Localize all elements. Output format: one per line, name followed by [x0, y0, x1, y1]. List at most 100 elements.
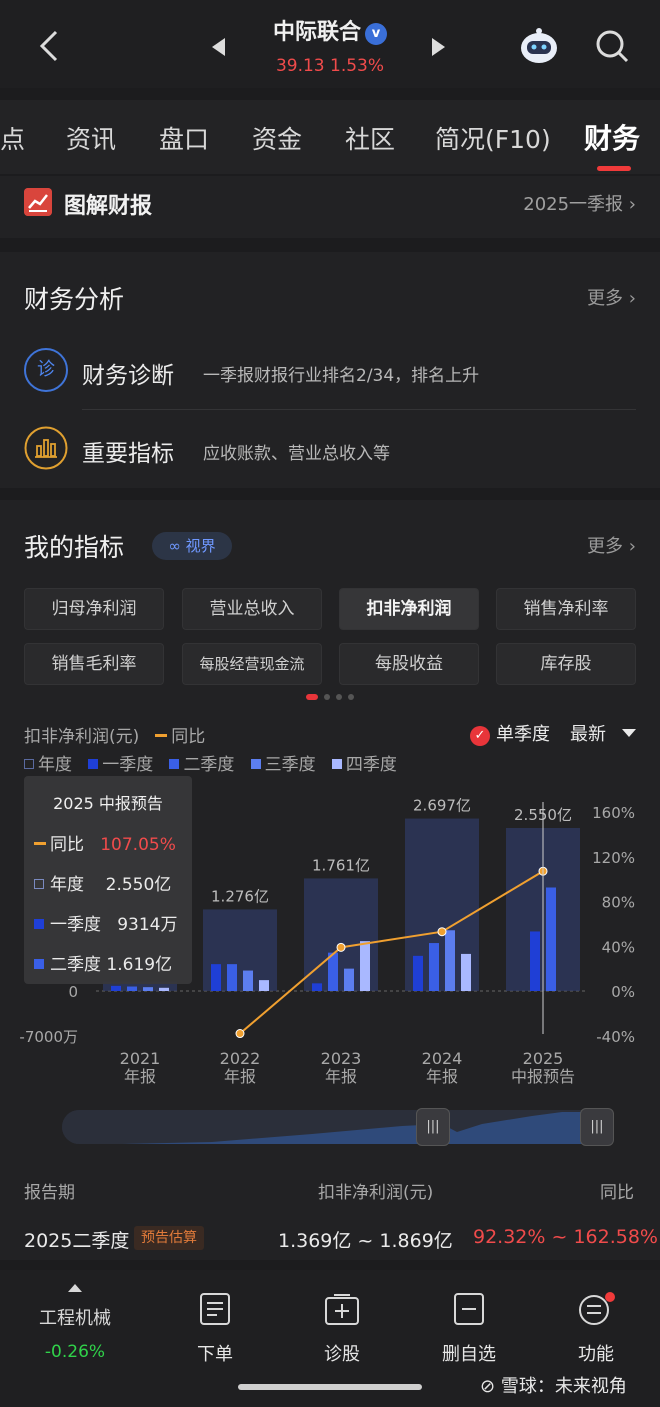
analysis-more-link[interactable]: 更多 › [587, 284, 636, 310]
latest-dropdown[interactable]: 最新 [570, 720, 606, 746]
robot-assistant-icon[interactable] [518, 26, 560, 66]
nav-diagnose[interactable]: 诊股 [297, 1292, 387, 1366]
my-indicators-card: 我的指标 ∞ 视界 更多 › 归母净利润 营业总收入 扣非净利润 销售净利率 销… [0, 500, 660, 1260]
stock-price: 39.13 1.53% [275, 56, 385, 76]
slider-right-handle[interactable]: ||| [580, 1108, 614, 1146]
quarter-bar [159, 987, 169, 991]
quarter-bar [211, 964, 221, 991]
tab-news[interactable]: 资讯 [66, 120, 116, 156]
left-axis-tick: -7000万 [19, 1028, 78, 1046]
chevron-right-icon: › [628, 536, 636, 557]
nav-order-label: 下单 [197, 1344, 233, 1365]
tooltip-value: 9314万 [117, 915, 178, 935]
dropdown-caret-icon[interactable] [622, 729, 636, 737]
tooltip-row-q2: 二季度 1.619亿 [34, 950, 172, 975]
chip-total-revenue[interactable]: 营业总收入 [182, 588, 322, 630]
x-axis-label: 年报 [325, 1067, 357, 1086]
verified-badge-icon: v [365, 23, 387, 45]
chip-treasury-stock[interactable]: 库存股 [496, 643, 636, 685]
indicators-more-link[interactable]: 更多 › [587, 532, 636, 558]
nav-functions-label: 功能 [578, 1344, 614, 1365]
page-dot [324, 694, 330, 700]
left-axis-tick: 0 [68, 983, 78, 1001]
tooltip-value: 107.05% [100, 835, 176, 855]
report-period-link[interactable]: 2025一季报 › [523, 190, 636, 216]
chip-deducted-net-profit[interactable]: 扣非净利润 [339, 588, 479, 630]
report-card-title: 图解财报 [64, 194, 153, 219]
quarter-bar [360, 941, 370, 991]
quarter-bar [227, 964, 237, 991]
q1-swatch [34, 919, 44, 929]
check-icon: ✓ [470, 726, 490, 746]
tab-profile-f10[interactable]: 简况(F10) [435, 120, 551, 156]
tab-quotes[interactable]: 盘口 [159, 120, 209, 156]
chip-gross-margin[interactable]: 销售毛利率 [24, 643, 164, 685]
tooltip-value: 1.619亿 [106, 955, 173, 975]
yoy-line-swatch [155, 734, 168, 737]
infinity-icon: ∞ [168, 537, 181, 555]
chip-parent-net-profit[interactable]: 归母净利润 [24, 588, 164, 630]
quarter-bar [429, 943, 439, 991]
chart-range-slider[interactable] [62, 1110, 614, 1144]
top-bar: 中际联合 v 39.13 1.53% [0, 0, 660, 88]
yoy-legend-label: 同比 [171, 727, 206, 747]
diagnosis-icon: 诊 [24, 348, 68, 392]
x-axis-label: 年报 [426, 1067, 458, 1086]
row-value: 1.369亿 ~ 1.869亿 [278, 1230, 453, 1252]
bar-chart-icon [24, 426, 68, 470]
active-tab-indicator [597, 166, 631, 171]
search-icon[interactable] [594, 28, 630, 64]
chip-eps[interactable]: 每股收益 [339, 643, 479, 685]
page-indicator [306, 694, 366, 700]
q2-swatch [34, 959, 44, 969]
next-stock-arrow-icon[interactable] [432, 38, 445, 56]
diagnosis-title: 财务诊断 [82, 363, 174, 389]
chart-metric-label: 扣非净利润(元) [24, 727, 140, 747]
table-header-period: 报告期 [24, 1183, 75, 1203]
snowball-logo-icon: ⊘ [480, 1376, 496, 1397]
quarter-bar [259, 980, 269, 991]
caret-up-icon [68, 1284, 82, 1292]
quarter-bar [413, 955, 423, 991]
nav-remove-watchlist[interactable]: 删自选 [424, 1292, 514, 1366]
chart-metric-legend: 扣非净利润(元) 同比 [24, 722, 205, 747]
single-quarter-label: 单季度 [496, 724, 550, 745]
watermark: ⊘ 雪球：未来视角 [480, 1372, 627, 1398]
slider-left-handle[interactable]: ||| [416, 1108, 450, 1146]
divider [82, 409, 636, 410]
tooltip-row-annual: 年度 2.550亿 [34, 870, 171, 895]
sector-change: -0.26% [44, 1342, 106, 1362]
analysis-title: 财务分析 [24, 285, 125, 314]
report-card[interactable]: 图解财报 2025一季报 › [0, 176, 660, 238]
page-dot [348, 694, 354, 700]
tab-point[interactable]: 点 [0, 120, 25, 156]
tab-finance[interactable]: 财务 [584, 117, 640, 157]
remove-watchlist-icon [454, 1293, 484, 1325]
chart-tooltip: 2025 中报预告 同比 107.05% 年度 2.550亿 一季度 9314万… [24, 776, 192, 984]
row-yoy: 92.32% ~ 162.58% [473, 1226, 658, 1248]
vision-badge[interactable]: ∞ 视界 [152, 532, 232, 560]
yoy-point [437, 927, 447, 937]
chip-operating-cashflow-per-share[interactable]: 每股经营现金流 [182, 643, 322, 685]
q1-swatch [88, 759, 99, 769]
q4-swatch [331, 759, 342, 769]
chip-net-margin[interactable]: 销售净利率 [496, 588, 636, 630]
nav-order[interactable]: 下单 [170, 1292, 260, 1366]
estimate-badge: 预告估算 [134, 1226, 204, 1250]
tooltip-row-yoy: 同比 107.05% [34, 830, 176, 855]
annual-swatch [24, 759, 34, 769]
right-axis-tick: 120% [592, 849, 635, 867]
yoy-point [235, 1029, 245, 1039]
x-axis-label: 2021 [120, 1049, 161, 1068]
tab-funds[interactable]: 资金 [252, 120, 302, 156]
nav-diagnose-label: 诊股 [324, 1344, 360, 1365]
home-indicator[interactable] [238, 1384, 422, 1390]
single-quarter-toggle[interactable]: ✓ 单季度 [470, 720, 550, 746]
nav-functions[interactable]: 功能 [551, 1292, 641, 1366]
tab-community[interactable]: 社区 [345, 120, 395, 156]
sector-indicator[interactable]: 工程机械 -0.26% [20, 1284, 130, 1362]
quarter-bar [344, 968, 354, 991]
vision-badge-label: 视界 [185, 537, 216, 555]
key-indicators-subtitle: 应收账款、营业总收入等 [203, 444, 390, 464]
table-header-yoy: 同比 [600, 1183, 634, 1203]
